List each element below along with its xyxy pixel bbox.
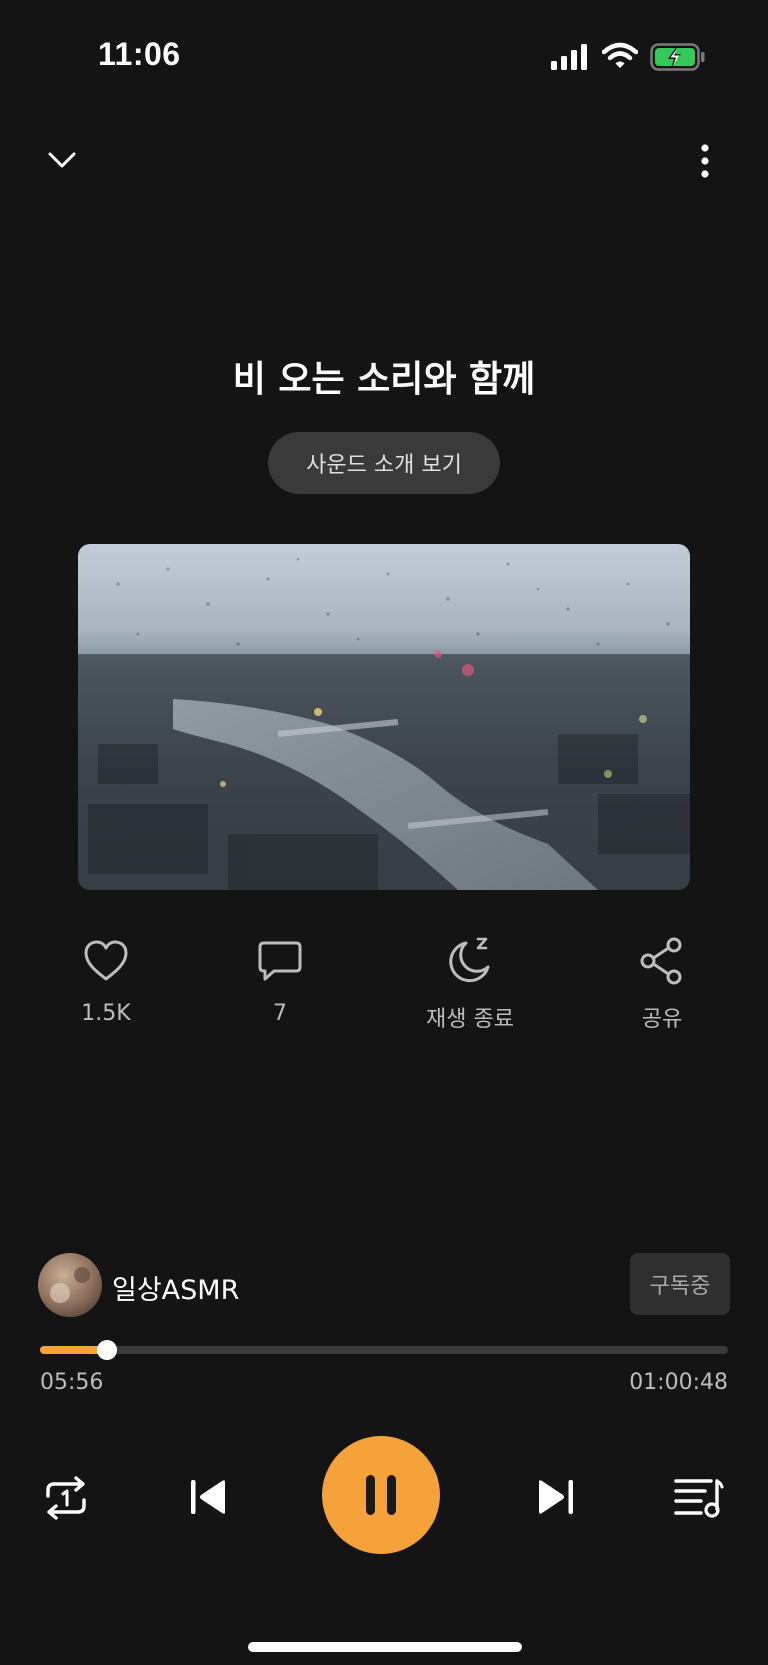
skip-next-icon — [539, 1480, 573, 1514]
repeat-button[interactable] — [36, 1468, 96, 1528]
status-time: 11:06 — [98, 36, 181, 72]
like-action[interactable]: 1.5K — [36, 935, 176, 1045]
current-time: 05:56 — [40, 1370, 104, 1395]
subscribe-button[interactable]: 구독중 — [630, 1253, 730, 1315]
playlist-icon — [674, 1479, 724, 1518]
progress-bar[interactable] — [40, 1340, 728, 1360]
share-action[interactable]: 공유 — [592, 935, 732, 1045]
sound-intro-button[interactable]: 사운드 소개 보기 — [268, 432, 500, 494]
track-title: 비 오는 소리와 함께 — [232, 359, 536, 400]
skip-previous-icon — [191, 1480, 225, 1514]
more-vertical-icon — [701, 144, 709, 178]
wifi-icon — [602, 42, 638, 68]
repeat-one-icon — [46, 1476, 86, 1520]
progress-knob[interactable] — [97, 1340, 118, 1360]
battery-charging-icon — [650, 43, 705, 71]
chevron-down-icon — [48, 152, 76, 168]
previous-button[interactable] — [178, 1466, 238, 1528]
cellular-signal-icon — [551, 44, 587, 70]
collapse-button[interactable] — [40, 138, 84, 182]
total-time: 01:00:48 — [629, 1370, 728, 1395]
sleep-timer-label: 재생 종료 — [426, 1007, 514, 1032]
comment-action[interactable]: 7 — [210, 935, 350, 1045]
track-artwork — [78, 544, 690, 890]
comment-count: 7 — [273, 1001, 287, 1026]
comment-icon — [258, 941, 302, 981]
play-pause-button[interactable] — [322, 1436, 440, 1554]
channel-name[interactable]: 일상ASMR — [112, 1268, 239, 1307]
channel-avatar[interactable] — [38, 1253, 102, 1317]
share-label: 공유 — [641, 1007, 683, 1032]
share-icon — [640, 937, 682, 985]
next-button[interactable] — [526, 1466, 586, 1528]
like-count: 1.5K — [81, 1001, 131, 1026]
home-indicator — [248, 1642, 522, 1652]
more-options-button[interactable] — [690, 136, 720, 186]
pause-icon — [366, 1475, 396, 1515]
playlist-button[interactable] — [668, 1468, 730, 1528]
sleep-timer-action[interactable]: 재생 종료 — [400, 935, 540, 1045]
sleep-timer-icon — [449, 937, 490, 983]
heart-icon — [84, 940, 128, 981]
